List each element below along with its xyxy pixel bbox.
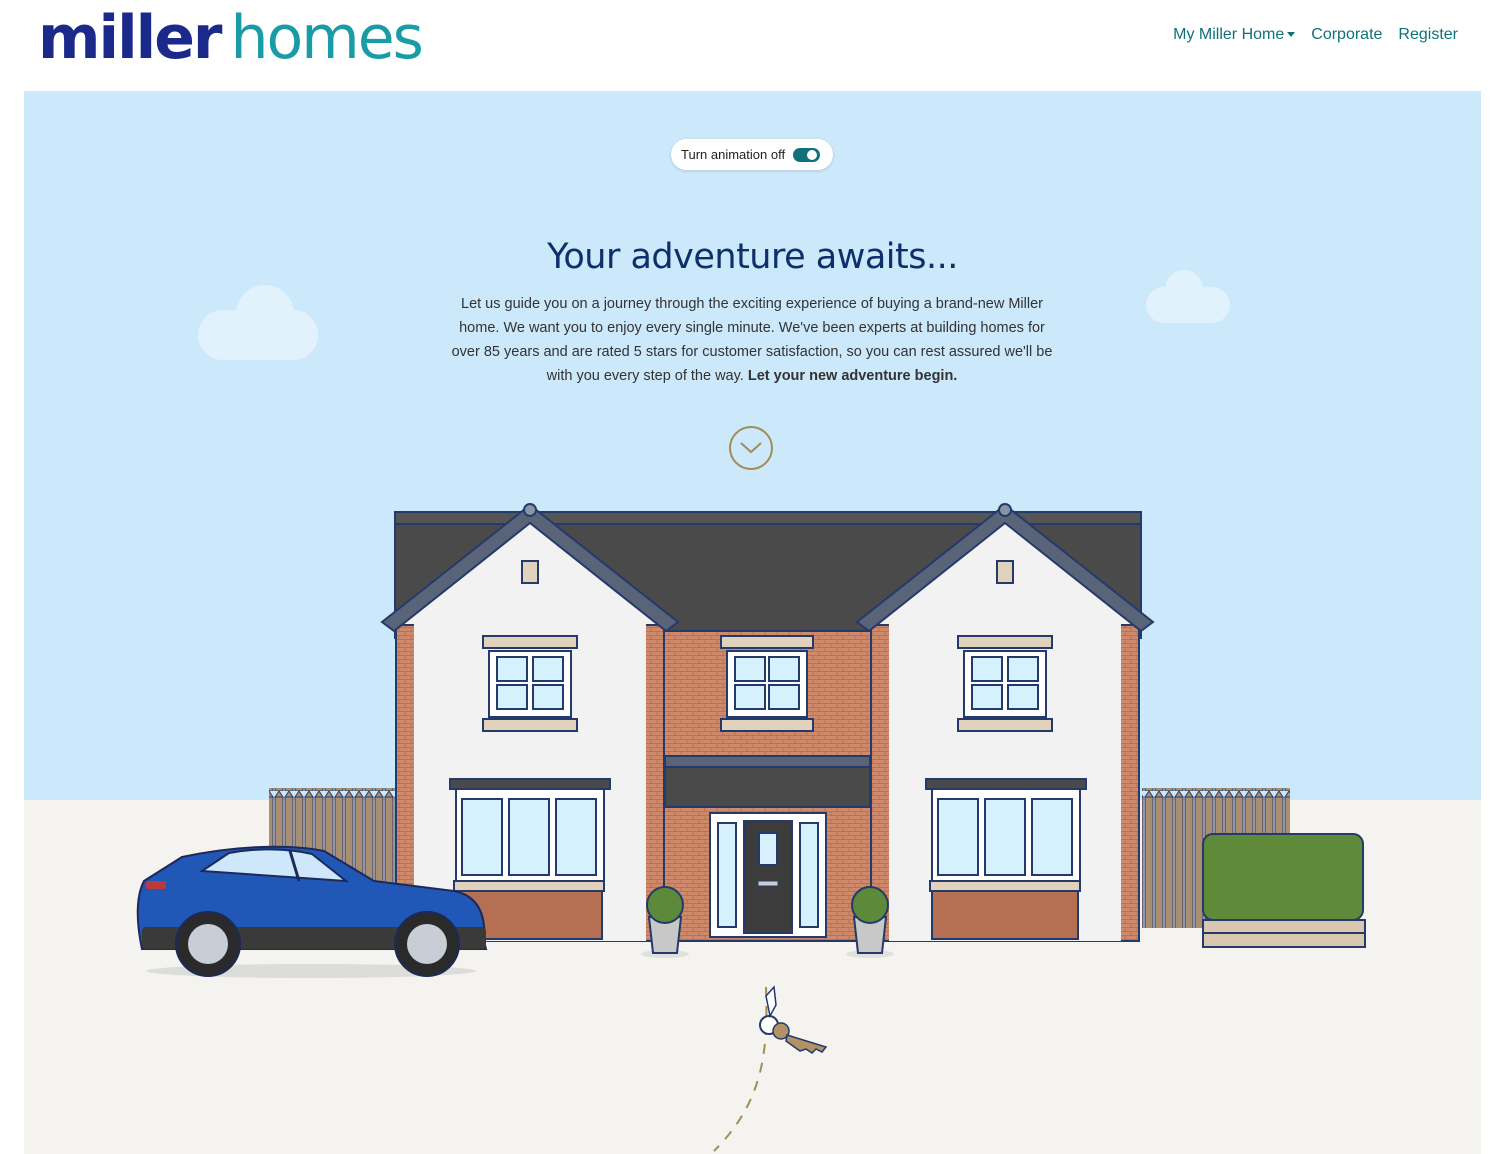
miller-homes-logo[interactable]: miller homes — [38, 2, 424, 74]
hero-section: Turn animation off Your adventure awaits… — [24, 91, 1481, 1154]
hedge — [1202, 833, 1366, 948]
nav-register[interactable]: Register — [1398, 26, 1458, 44]
key-icon — [713, 985, 828, 1152]
house-illustration — [136, 503, 1366, 1152]
site-header: miller homes My Miller Home Corporate Reg… — [0, 0, 1505, 90]
nav-my-miller-home-label: My Miller Home — [1173, 26, 1285, 43]
logo-word-miller: miller — [38, 3, 223, 73]
nav-my-miller-home[interactable]: My Miller Home — [1173, 26, 1296, 44]
nav-corporate[interactable]: Corporate — [1311, 26, 1382, 44]
top-nav: My Miller Home Corporate Register — [1173, 26, 1458, 44]
logo-word-homes: homes — [230, 3, 424, 73]
caret-down-icon — [1287, 32, 1296, 38]
